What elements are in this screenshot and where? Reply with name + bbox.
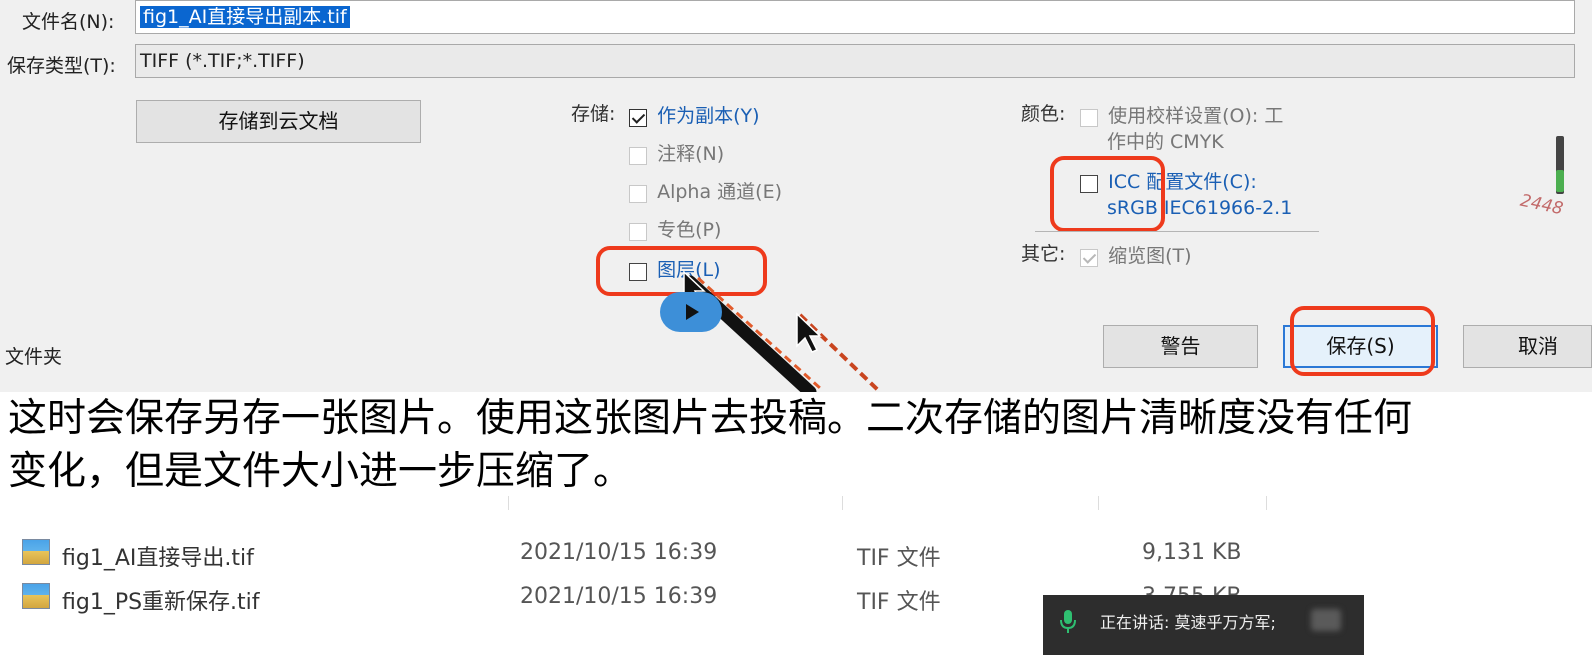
save-dialog: 文件名(N): fig1_AI直接导出副本.tif 保存类型(T): TIFF …: [0, 0, 1592, 392]
proof-label: 使用校样设置(O): 工: [1108, 105, 1284, 127]
file-list-header: [0, 496, 1592, 510]
alpha-checkbox[interactable]: [629, 184, 647, 203]
color-label: 颜色:: [1021, 103, 1066, 125]
microphone-icon: [1060, 610, 1076, 633]
file-row[interactable]: fig1_AI直接导出.tif 2021/10/15 16:39 TIF 文件 …: [0, 535, 1592, 573]
as-copy-checkbox[interactable]: [629, 108, 647, 127]
cursor-arrow-icon: [796, 312, 822, 353]
alpha-label: Alpha 通道(E): [657, 181, 782, 203]
proof-label-line2: 作中的 CMYK: [1107, 131, 1224, 153]
folder-label[interactable]: 文件夹: [5, 342, 62, 369]
filename-value: fig1_AI直接导出副本.tif: [140, 6, 350, 28]
option-as-copy[interactable]: 作为副本(Y): [629, 103, 760, 129]
column-divider: [1098, 496, 1099, 510]
play-button[interactable]: [660, 292, 722, 332]
save-to-cloud-button[interactable]: 存储到云文档: [136, 100, 421, 143]
proof-checkbox[interactable]: [1080, 108, 1098, 127]
spot-label: 专色(P): [657, 219, 722, 241]
file-date: 2021/10/15 16:39: [520, 584, 718, 609]
image-file-icon: [22, 583, 50, 609]
voice-chat-overlay: 正在讲话: 莫速乎万方军;: [1043, 595, 1364, 655]
notes-checkbox[interactable]: [629, 146, 647, 165]
file-size: 9,131 KB: [1142, 540, 1242, 565]
notes-label: 注释(N): [657, 143, 725, 165]
file-type-value: TIFF (*.TIF;*.TIFF): [140, 50, 305, 72]
option-notes[interactable]: 注释(N): [629, 141, 724, 167]
icc-highlight: [1050, 156, 1165, 232]
option-alpha[interactable]: Alpha 通道(E): [629, 179, 782, 205]
filename-input[interactable]: fig1_AI直接导出副本.tif: [135, 0, 1575, 34]
cancel-button[interactable]: 取消: [1463, 325, 1592, 368]
level-indicator: [1556, 170, 1564, 192]
file-type: TIF 文件: [857, 546, 941, 571]
spot-checkbox[interactable]: [629, 222, 647, 241]
warning-button[interactable]: 警告: [1103, 325, 1258, 368]
voice-speaking-text: 正在讲话: 莫速乎万方军;: [1100, 613, 1276, 632]
blurred-avatar: [1311, 609, 1341, 631]
as-copy-label: 作为副本(Y): [657, 105, 760, 127]
color-divider: [1035, 231, 1319, 232]
side-number: 2448: [1518, 190, 1565, 220]
file-name: fig1_PS重新保存.tif: [62, 590, 260, 615]
file-date: 2021/10/15 16:39: [520, 540, 718, 565]
thumbnail-label: 缩览图(T): [1108, 245, 1192, 267]
file-type-label: 保存类型(T):: [7, 55, 116, 77]
play-icon: [686, 304, 699, 320]
caption-line-1: 这时会保存另存一张图片。使用这张图片去投稿。二次存储的图片清晰度没有任何: [8, 396, 1413, 441]
other-label: 其它:: [1021, 243, 1066, 265]
column-divider: [842, 496, 843, 510]
thumbnail-checkbox[interactable]: [1080, 248, 1098, 267]
option-proof[interactable]: 使用校样设置(O): 工: [1080, 103, 1283, 129]
file-name: fig1_AI直接导出.tif: [62, 546, 254, 571]
filename-label: 文件名(N):: [22, 11, 115, 33]
caption-line-2: 变化，但是文件大小进一步压缩了。: [8, 449, 633, 494]
column-divider: [1266, 496, 1267, 510]
file-type: TIF 文件: [857, 590, 941, 615]
image-file-icon: [22, 539, 50, 565]
option-spot[interactable]: 专色(P): [629, 217, 721, 243]
pen-stroke-dashed-2: [798, 313, 882, 392]
save-highlight: [1290, 306, 1435, 376]
storage-label: 存储:: [571, 103, 616, 125]
option-thumbnail[interactable]: 缩览图(T): [1080, 243, 1192, 269]
column-divider: [508, 496, 509, 510]
file-type-select[interactable]: TIFF (*.TIF;*.TIFF): [135, 44, 1575, 78]
